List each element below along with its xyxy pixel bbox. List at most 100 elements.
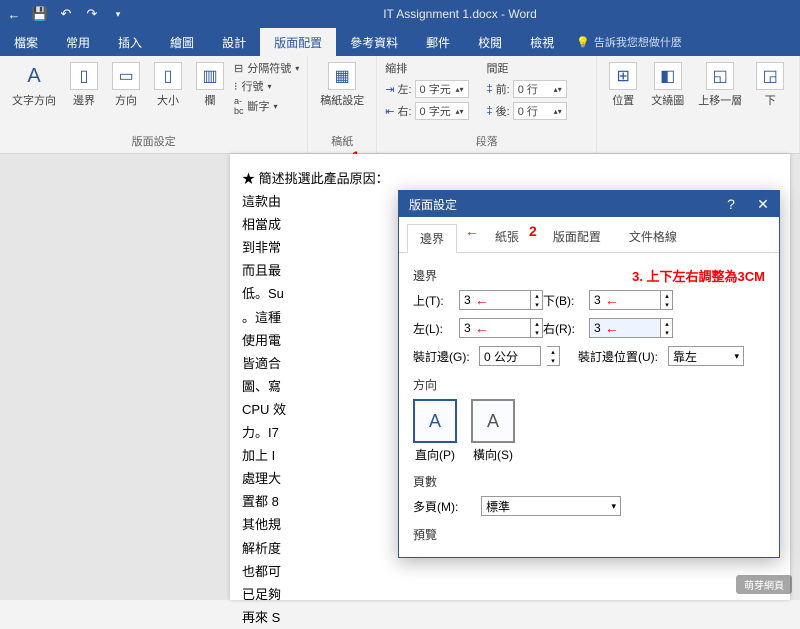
text-direction-button[interactable]: A 文字方向 — [8, 60, 60, 110]
multi-pages-combo[interactable]: 標準▾ — [481, 496, 621, 516]
orientation-label: 方向 — [115, 92, 137, 108]
columns-button[interactable]: ▥ 欄 — [192, 60, 228, 110]
margins-button[interactable]: ▯ 邊界 — [66, 60, 102, 110]
size-label: 大小 — [157, 92, 179, 108]
margin-top-spinner[interactable]: ▴▾ — [531, 290, 543, 310]
margin-top-label: 上(T): — [413, 292, 459, 309]
line-numbers-button[interactable]: ⁝行號▾ — [234, 78, 299, 94]
tell-me-label: 告訴我您想做什麼 — [594, 34, 682, 50]
tell-me-search[interactable]: 💡 告訴我您想做什麼 — [568, 28, 690, 56]
margin-top-input[interactable]: 3← — [459, 290, 531, 310]
annotation-2: 2 — [529, 223, 537, 252]
tab-references[interactable]: 參考資料 — [336, 28, 412, 56]
manuscript-button[interactable]: ▦ 稿紙設定 — [316, 60, 368, 110]
indent-left-value: 0 字元 — [420, 81, 451, 97]
tab-file[interactable]: 檔案 — [0, 28, 52, 56]
position-icon: ⊞ — [609, 62, 637, 90]
spacing-after-input[interactable]: 0 行▴▾ — [513, 102, 567, 120]
indent-right-label: 右: — [397, 103, 411, 119]
ribbon: A 文字方向 ▯ 邊界 ▭ 方向 ▯ 大小 ▥ 欄 ⊟分隔符號▾ ⁝行號▾ — [0, 56, 800, 154]
bring-forward-icon: ◱ — [706, 62, 734, 90]
gutter-pos-label: 裝訂邊位置(U): — [578, 348, 662, 365]
group-manuscript: ▦ 稿紙設定 稿紙 — [308, 56, 377, 153]
margin-bottom-input[interactable]: 3← — [589, 290, 661, 310]
ribbon-tabs: 檔案 常用 插入 繪圖 設計 版面配置 參考資料 郵件 校閱 檢視 💡 告訴我您… — [0, 28, 800, 56]
margin-bottom-spinner[interactable]: ▴▾ — [661, 290, 673, 310]
indent-left-input[interactable]: 0 字元▴▾ — [415, 80, 469, 98]
indent-right-input[interactable]: 0 字元▴▾ — [415, 102, 469, 120]
dialog-close-button[interactable]: ✕ — [747, 191, 779, 217]
redo-icon[interactable]: ↷ — [84, 6, 100, 22]
page-setup-dialog: 版面設定 ? ✕ 邊界 ← 紙張 2 版面配置 文件格線 邊界 3. 上下左右調… — [398, 190, 780, 558]
position-button[interactable]: ⊞ 位置 — [605, 60, 641, 110]
dialog-tabs: 邊界 ← 紙張 2 版面配置 文件格線 — [399, 217, 779, 253]
landscape-icon: A — [471, 399, 515, 443]
margin-left-spinner[interactable]: ▴▾ — [531, 318, 543, 338]
bring-forward-label: 上移一層 — [698, 92, 742, 108]
qat-dropdown-icon[interactable]: ▾ — [110, 6, 126, 22]
dialog-help-button[interactable]: ? — [715, 191, 747, 217]
margin-top-value: 3 — [464, 293, 471, 307]
gutter-value: 0 公分 — [484, 348, 518, 365]
send-backward-button[interactable]: ◲ 下 — [752, 60, 788, 110]
gutter-spinner[interactable]: ▴▾ — [547, 346, 560, 366]
text-direction-label: 文字方向 — [12, 92, 56, 108]
manuscript-label: 稿紙設定 — [320, 92, 364, 108]
title-bar: ← 💾 ↶ ↷ ▾ IT Assignment 1.docx - Word — [0, 0, 800, 28]
spacing-after-label: 後: — [496, 103, 510, 119]
orientation-section-title: 方向 — [413, 376, 765, 393]
orientation-button[interactable]: ▭ 方向 — [108, 60, 144, 110]
arrow-icon: ← — [475, 320, 489, 336]
quick-access-toolbar: ← 💾 ↶ ↷ ▾ — [6, 6, 126, 22]
columns-icon: ▥ — [196, 62, 224, 90]
back-icon[interactable]: ← — [6, 6, 22, 22]
multi-pages-label: 多頁(M): — [413, 498, 469, 515]
gutter-pos-combo[interactable]: 靠左▾ — [668, 346, 744, 366]
margin-left-input[interactable]: 3← — [459, 318, 531, 338]
dialog-title: 版面設定 — [409, 196, 457, 213]
multi-pages-value: 標準 — [486, 498, 510, 515]
dialog-title-bar[interactable]: 版面設定 ? ✕ — [399, 191, 779, 217]
spacing-before-input[interactable]: 0 行▴▾ — [513, 80, 567, 98]
gutter-input[interactable]: 0 公分 — [479, 346, 541, 366]
undo-icon[interactable]: ↶ — [58, 6, 74, 22]
margins-section-title: 邊界 — [413, 267, 437, 284]
doc-line: 已足夠 — [242, 584, 778, 606]
margin-right-input[interactable]: 3← — [589, 318, 661, 338]
text-direction-icon: A — [20, 62, 48, 90]
tab-insert[interactable]: 插入 — [104, 28, 156, 56]
pages-section-title: 頁數 — [413, 473, 765, 490]
bring-forward-button[interactable]: ◱ 上移一層 — [694, 60, 746, 110]
indent-right-value: 0 字元 — [420, 103, 451, 119]
wrap-button[interactable]: ◧ 文繞圖 — [647, 60, 688, 110]
tab-mailings[interactable]: 郵件 — [412, 28, 464, 56]
tab-review[interactable]: 校閱 — [464, 28, 516, 56]
save-icon[interactable]: 💾 — [32, 6, 48, 22]
margin-right-spinner[interactable]: ▴▾ — [661, 318, 673, 338]
send-backward-label: 下 — [765, 92, 776, 108]
tab-layout[interactable]: 版面配置 — [260, 28, 336, 56]
dialog-tab-margins[interactable]: 邊界 — [407, 224, 457, 253]
indent-left-label: 左: — [397, 81, 411, 97]
margin-left-label: 左(L): — [413, 320, 459, 337]
hyphenation-button[interactable]: a-bc斷字▾ — [234, 96, 299, 116]
tab-draw[interactable]: 繪圖 — [156, 28, 208, 56]
orientation-landscape[interactable]: A 橫向(S) — [471, 399, 515, 463]
send-backward-icon: ◲ — [756, 62, 784, 90]
line-numbers-label: 行號 — [242, 78, 264, 94]
position-label: 位置 — [612, 92, 634, 108]
tab-view[interactable]: 檢視 — [516, 28, 568, 56]
tab-design[interactable]: 設計 — [208, 28, 260, 56]
orientation-icon: ▭ — [112, 62, 140, 90]
tab-home[interactable]: 常用 — [52, 28, 104, 56]
breaks-label: 分隔符號 — [247, 60, 291, 76]
size-button[interactable]: ▯ 大小 — [150, 60, 186, 110]
breaks-button[interactable]: ⊟分隔符號▾ — [234, 60, 299, 76]
dialog-tab-layout[interactable]: 版面配置 — [541, 223, 613, 252]
arrow-icon: ← — [605, 320, 619, 336]
dialog-tab-grid[interactable]: 文件格線 — [617, 223, 689, 252]
doc-line: 再來 S — [242, 607, 778, 629]
group-arrange: ⊞ 位置 ◧ 文繞圖 ◱ 上移一層 ◲ 下 — [597, 56, 800, 153]
orientation-portrait[interactable]: A 直向(P) — [413, 399, 457, 463]
dialog-tab-paper[interactable]: 紙張 — [483, 223, 531, 252]
